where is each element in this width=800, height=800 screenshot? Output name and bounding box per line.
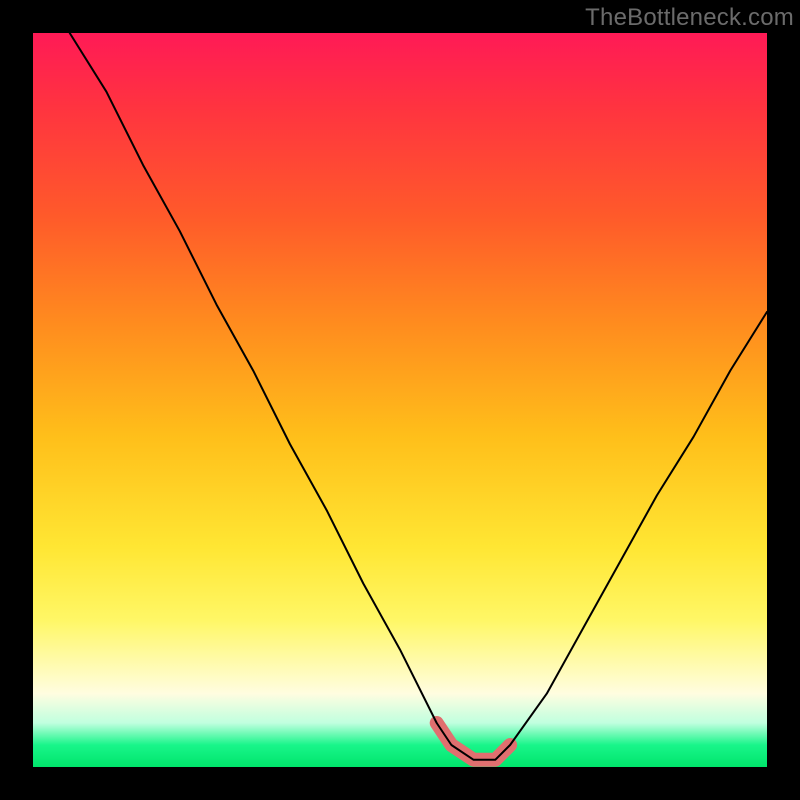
- bottleneck-curve-line: [70, 33, 767, 760]
- bottleneck-highlight-mark: [437, 723, 510, 760]
- bottleneck-chart-stage: TheBottleneck.com: [0, 0, 800, 800]
- chart-svg-layer: [33, 33, 767, 767]
- watermark-label: TheBottleneck.com: [585, 4, 794, 32]
